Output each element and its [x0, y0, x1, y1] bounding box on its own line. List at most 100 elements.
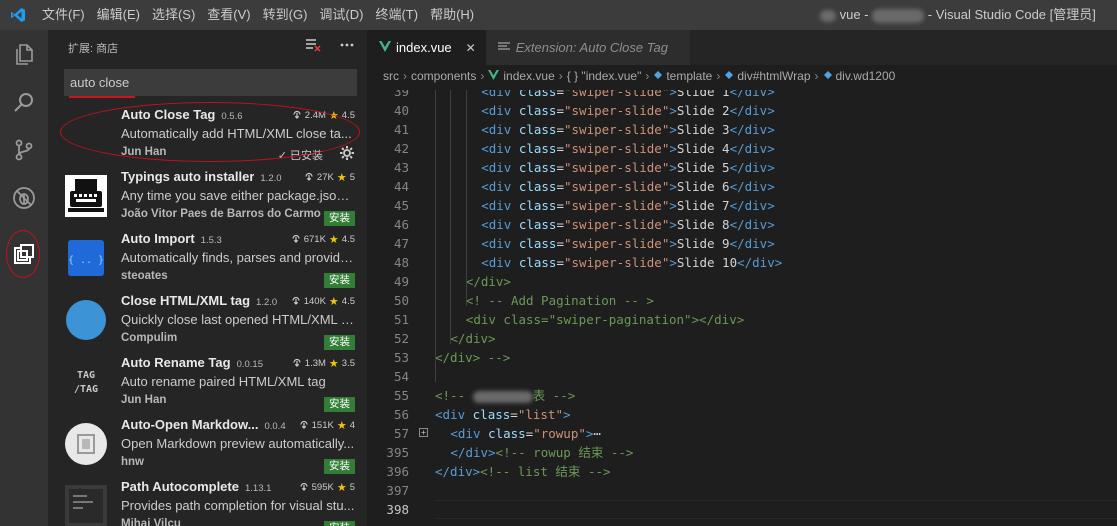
install-button[interactable]: 安装 [324, 521, 355, 526]
code-token: class [518, 103, 557, 118]
extension-item[interactable]: Auto-Open Markdow... 0.0.4 151K ★ 4 Open Mark… [48, 412, 367, 474]
download-count: 1.3M [304, 358, 326, 369]
breadcrumb-item[interactable]: index.vue [503, 69, 554, 83]
code-token: = [556, 255, 564, 270]
code-token: > [562, 407, 571, 422]
extension-name: Path Autocomplete [121, 479, 239, 494]
extension-version: 0.0.15 [236, 359, 263, 370]
extension-item[interactable]: TAG/TAG Auto Rename Tag 0.0.15 1.3M ★ 3.5 Auto… [48, 350, 367, 412]
tab-index-vue[interactable]: index.vue ✕ [367, 30, 486, 65]
code-token: </div> [737, 255, 783, 270]
tab-extension-auto-close-tag[interactable]: Extension: Auto Close Tag [485, 30, 690, 65]
install-button[interactable]: 安装 [324, 211, 355, 226]
code-token: <div [450, 426, 489, 441]
download-count: 27K [316, 172, 334, 183]
install-button[interactable]: 安装 [324, 335, 355, 350]
rename-tag-icon: TAG/TAG [65, 361, 107, 403]
breadcrumb: src › components › index.vue ›{ } "index.vue"… [367, 65, 1117, 87]
code-line: 46 <div class="swiper-slide">Slide 8</div… [367, 215, 1117, 234]
code-token: <div [481, 160, 519, 175]
extension-stats: 1.3M ★ 3.5 [292, 357, 355, 370]
breadcrumb-item[interactable]: { } "index.vue" [567, 69, 642, 83]
code-token: <div [481, 236, 519, 251]
extension-stats: 140K ★ 4.5 [291, 295, 355, 308]
code-token: "swiper-slide" [564, 179, 670, 194]
extension-item[interactable]: Close HTML/XML tag 1.2.0 140K ★ 4.5 Quickly c… [48, 288, 367, 350]
install-button[interactable]: 安装 [324, 459, 355, 474]
extension-description: Auto rename paired HTML/XML tag [121, 374, 326, 389]
code-token: <! -- Add Pagination -- > [465, 293, 654, 308]
extension-item[interactable]: Typings auto installer 1.2.0 27K ★ 5 Any time… [48, 164, 367, 226]
download-count: 151K [311, 420, 334, 431]
indent-guide [435, 90, 436, 382]
search-icon[interactable] [0, 78, 48, 126]
activity-bar [0, 30, 48, 526]
code-token: > [669, 103, 677, 118]
source-control-icon[interactable] [0, 126, 48, 174]
code-token: <div [481, 141, 519, 156]
code-token: > [669, 160, 677, 175]
clear-results-icon[interactable] [305, 38, 321, 55]
line-number: 51 [393, 312, 409, 327]
extension-stats: 671K ★ 4.5 [291, 233, 355, 246]
code-line: 49 </div> [367, 272, 1117, 291]
breadcrumb-item[interactable]: components [411, 69, 476, 83]
element-icon [823, 69, 836, 83]
menu-item[interactable]: 终端(T) [369, 0, 424, 30]
extension-author: João Vitor Paes de Barros do Carmo [121, 208, 321, 220]
code-line: 43 <div class="swiper-slide">Slide 5</div… [367, 158, 1117, 177]
breadcrumb-item[interactable]: src [383, 69, 399, 83]
code-token: <div [481, 198, 519, 213]
code-token: = [556, 122, 564, 137]
extension-author: Compulim [121, 332, 178, 344]
code-token: <!-- list 结束 --> [480, 464, 611, 479]
install-button[interactable]: 安装 [324, 273, 355, 288]
close-icon[interactable]: ✕ [466, 41, 476, 55]
extension-name: Close HTML/XML tag [121, 293, 251, 308]
extension-search-input[interactable] [64, 69, 357, 96]
breadcrumb-item[interactable]: template [666, 69, 712, 83]
fold-expand-icon[interactable]: + [419, 428, 428, 437]
extension-version: 1.2.0 [256, 297, 278, 308]
code-token: <div class="swiper-pagination"></div> [465, 312, 745, 327]
line-number: 47 [393, 236, 409, 251]
explorer-icon[interactable] [0, 30, 48, 78]
code-line: 397 [367, 481, 1117, 500]
menu-item[interactable]: 选择(S) [146, 0, 201, 30]
rating: 5 [349, 172, 355, 183]
code-text: </div><!-- list 结束 --> [435, 462, 611, 481]
menu-item[interactable]: 调试(D) [313, 0, 369, 30]
code-token: "rowup" [533, 426, 586, 441]
menu-item[interactable]: 转到(G) [257, 0, 314, 30]
code-token: class [518, 179, 557, 194]
debug-icon[interactable] [0, 174, 48, 222]
code-token: </div> [729, 141, 775, 156]
code-token: = [556, 236, 564, 251]
line-number: 397 [386, 483, 409, 498]
code-line: 56 <div class="list"> [367, 405, 1117, 424]
code-text: <! -- Add Pagination -- > [466, 291, 654, 310]
typewriter-icon [65, 175, 107, 217]
code-token: > [669, 198, 677, 213]
window-title-product: - Visual Studio Code [管理员] [927, 7, 1096, 22]
code-token: Slide 7 [676, 198, 730, 213]
extension-item[interactable]: { .. } Auto Import 1.5.3 671K ★ 4.5 Automatica… [48, 226, 367, 288]
menu-item[interactable]: 帮助(H) [424, 0, 480, 30]
install-button[interactable]: 安装 [324, 397, 355, 412]
menu-item[interactable]: 查看(V) [201, 0, 256, 30]
markdown-preview-icon [65, 423, 107, 465]
extension-item[interactable]: Path Autocomplete 1.13.1 595K ★ 5 Provides pa… [48, 474, 367, 526]
menu-item[interactable]: 文件(F) [36, 0, 91, 30]
breadcrumb-item[interactable]: div#htmlWrap [737, 69, 810, 83]
menu-item[interactable]: 编辑(E) [91, 0, 146, 30]
star-icon: ★ [336, 482, 347, 494]
code-line: 396 </div><!-- list 结束 --> [367, 462, 1117, 481]
code-text: </div> [466, 272, 511, 291]
breadcrumb-item[interactable]: div.wd1200 [836, 69, 896, 83]
code-token: class [518, 160, 557, 175]
code-editor[interactable]: 39 <div class="swiper-slide">Slide 1</div… [367, 90, 1117, 526]
vue-file-icon [488, 69, 503, 83]
gear-icon[interactable] [339, 145, 355, 164]
more-actions-icon[interactable] [339, 38, 355, 55]
extension-item[interactable]: Auto Close Tag 0.5.6 2.4M ★ 4.5 Automatically… [48, 102, 367, 164]
